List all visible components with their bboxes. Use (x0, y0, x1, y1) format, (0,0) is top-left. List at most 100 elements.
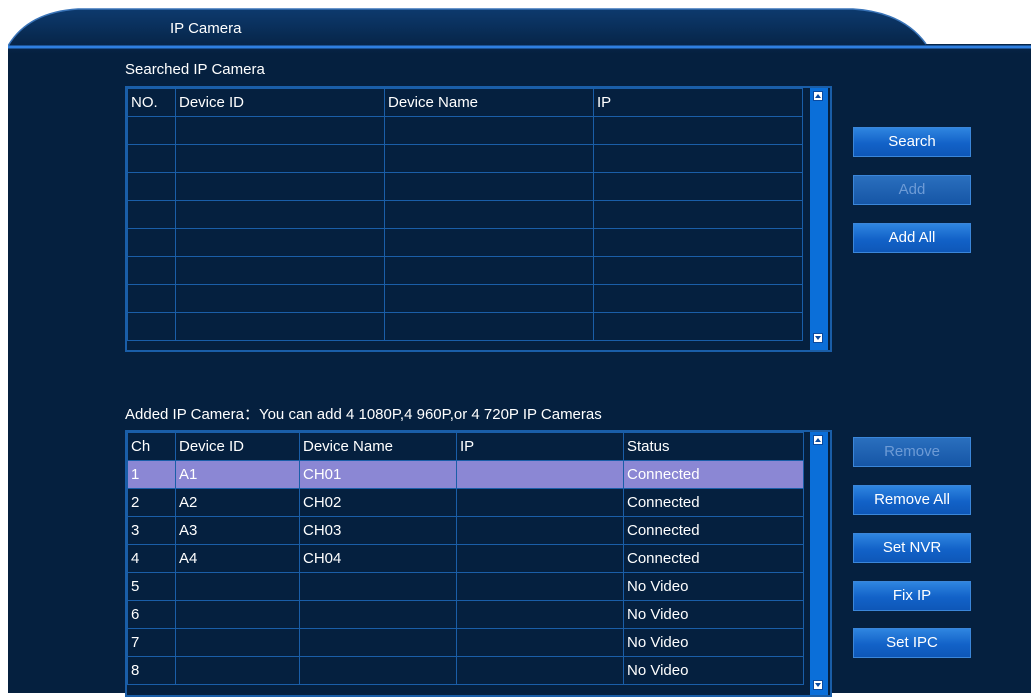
table-row[interactable] (127, 256, 803, 285)
searched-table-body: NO. Device ID Device Name IP (127, 88, 803, 341)
table-row[interactable]: 6 No Video (127, 600, 804, 629)
table-cell (175, 284, 385, 313)
set-ipc-button[interactable]: Set IPC (853, 628, 971, 658)
scroll-up-icon[interactable] (813, 435, 823, 445)
table-cell (384, 116, 594, 145)
table-cell: A2 (175, 488, 300, 517)
title-bar (8, 0, 1031, 54)
table-cell (593, 144, 803, 173)
column-header: Status (623, 432, 804, 461)
remove-all-button[interactable]: Remove All (853, 485, 971, 515)
table-cell (456, 488, 624, 517)
table-row[interactable] (127, 312, 803, 341)
column-header: NO. (127, 88, 176, 117)
table-row[interactable]: 3 A3 CH03 Connected (127, 516, 804, 545)
table-cell: No Video (623, 600, 804, 629)
table-cell: Connected (623, 488, 804, 517)
table-cell: 1 (127, 460, 176, 489)
table-cell: Connected (623, 544, 804, 573)
column-header: IP (593, 88, 803, 117)
table-cell: 8 (127, 656, 176, 685)
table-row[interactable] (127, 144, 803, 173)
table-cell (456, 544, 624, 573)
table-cell: CH04 (299, 544, 457, 573)
table-cell (127, 312, 176, 341)
remove-button[interactable]: Remove (853, 437, 971, 467)
added-table-body: Ch Device ID Device Name IP Status 1 A1 CH01 Con… (127, 432, 804, 685)
table-cell (127, 144, 176, 173)
table-cell (456, 628, 624, 657)
table-cell (127, 200, 176, 229)
added-header-row: Ch Device ID Device Name IP Status (127, 432, 804, 461)
search-button[interactable]: Search (853, 127, 971, 157)
table-cell (593, 116, 803, 145)
column-header: Device Name (299, 432, 457, 461)
table-row[interactable] (127, 284, 803, 313)
table-row[interactable]: 8 No Video (127, 656, 804, 685)
table-cell (175, 656, 300, 685)
scroll-up-icon[interactable] (813, 91, 823, 101)
table-cell (175, 144, 385, 173)
table-cell: 2 (127, 488, 176, 517)
ip-camera-window: IP Camera X Searched IP Camera NO. Device… (8, 0, 1031, 697)
close-button[interactable]: X (1009, 16, 1031, 44)
table-cell (127, 116, 176, 145)
added-section-label: Added IP Camera：You can add 4 1080P,4 96… (125, 406, 602, 423)
table-cell (593, 256, 803, 285)
table-row[interactable] (127, 172, 803, 201)
table-cell: No Video (623, 628, 804, 657)
scroll-down-icon[interactable] (813, 333, 823, 343)
table-cell (384, 228, 594, 257)
table-cell (175, 572, 300, 601)
table-cell (175, 172, 385, 201)
table-cell (175, 600, 300, 629)
table-cell (384, 284, 594, 313)
table-cell (175, 628, 300, 657)
table-cell: 5 (127, 572, 176, 601)
table-row[interactable]: 1 A1 CH01 Connected (127, 460, 804, 489)
table-cell: A3 (175, 516, 300, 545)
column-header: Device ID (175, 88, 385, 117)
fix-ip-button[interactable]: Fix IP (853, 581, 971, 611)
table-cell: No Video (623, 656, 804, 685)
table-cell (593, 284, 803, 313)
table-cell: 7 (127, 628, 176, 657)
table-row[interactable]: 4 A4 CH04 Connected (127, 544, 804, 573)
set-nvr-button[interactable]: Set NVR (853, 533, 971, 563)
table-cell (127, 228, 176, 257)
table-row[interactable] (127, 228, 803, 257)
table-cell (593, 172, 803, 201)
table-cell (175, 228, 385, 257)
table-cell (175, 312, 385, 341)
add-all-button[interactable]: Add All (853, 223, 971, 253)
table-cell (175, 256, 385, 285)
table-cell: 4 (127, 544, 176, 573)
table-cell: A4 (175, 544, 300, 573)
add-button[interactable]: Add (853, 175, 971, 205)
table-row[interactable]: 2 A2 CH02 Connected (127, 488, 804, 517)
table-row[interactable] (127, 200, 803, 229)
table-cell (299, 600, 457, 629)
window-title: IP Camera (170, 20, 242, 37)
table-cell (299, 572, 457, 601)
table-cell (384, 312, 594, 341)
table-cell (127, 284, 176, 313)
added-scrollbar[interactable] (810, 432, 828, 695)
table-cell (593, 228, 803, 257)
table-row[interactable]: 7 No Video (127, 628, 804, 657)
table-cell (299, 628, 457, 657)
table-cell (456, 656, 624, 685)
table-cell (384, 256, 594, 285)
scroll-down-icon[interactable] (813, 680, 823, 690)
table-cell (175, 116, 385, 145)
table-cell: CH03 (299, 516, 457, 545)
added-camera-table[interactable]: Ch Device ID Device Name IP Status 1 A1 CH01 Con… (125, 430, 832, 697)
table-cell (456, 572, 624, 601)
table-row[interactable] (127, 116, 803, 145)
searched-scrollbar[interactable] (810, 88, 828, 350)
table-row[interactable]: 5 No Video (127, 572, 804, 601)
table-cell (456, 460, 624, 489)
searched-camera-table[interactable]: NO. Device ID Device Name IP (125, 86, 832, 352)
table-cell (593, 312, 803, 341)
table-cell (593, 200, 803, 229)
